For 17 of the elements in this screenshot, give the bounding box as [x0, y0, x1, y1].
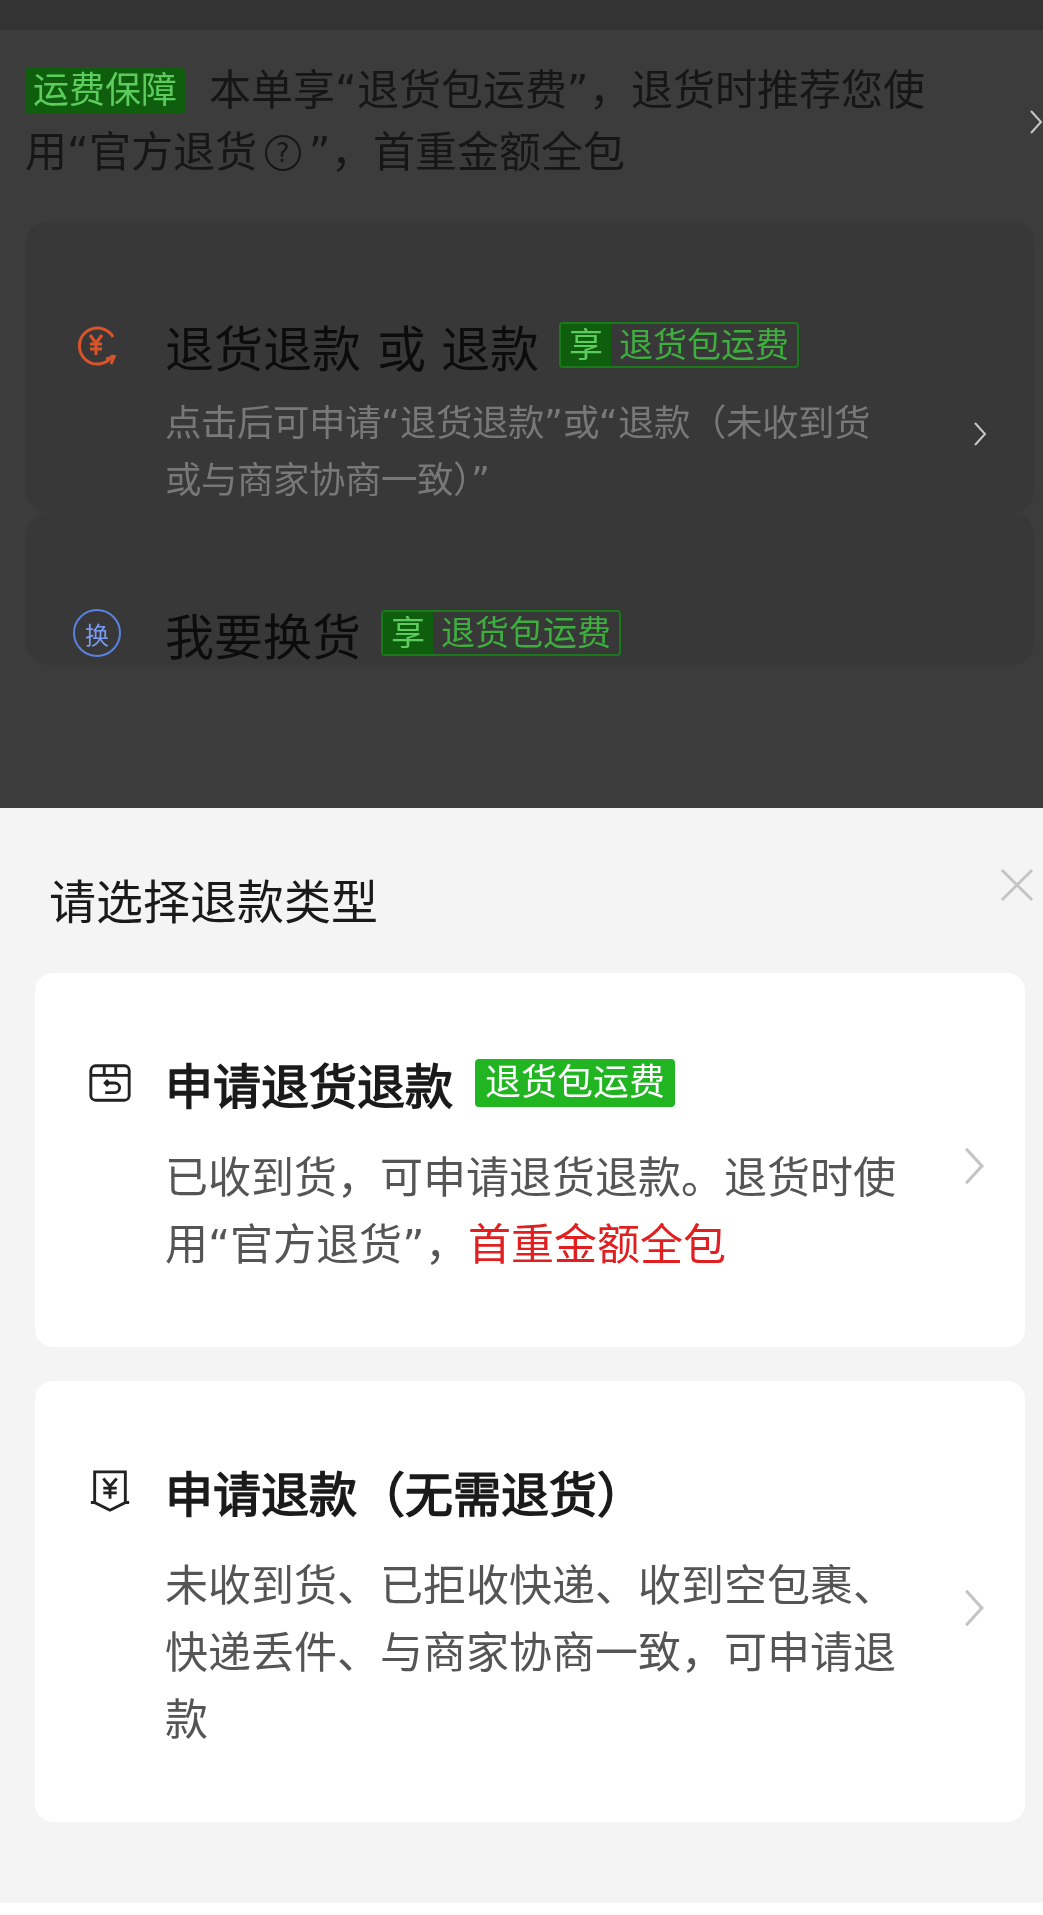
shipping-tag: 退货包运费	[475, 1059, 675, 1107]
guarantee-badge: 运费保障	[25, 68, 185, 114]
option-card[interactable]: 申请退款（无需退货） 未收到货、已拒收快递、收到空包裹、快递丢件、与商家协商一致，可申请退款	[35, 1381, 1025, 1822]
option-title: 申请退货退款	[165, 1058, 453, 1117]
shipping-tag: 享 退货包运费	[559, 322, 800, 368]
option-description: 已收到货，可申请退货退款。退货时使用“官方退货”，首重金额全包	[165, 1152, 897, 1272]
option-description: 未收到货、已拒收快递、收到空包裹、快递丢件、与商家协商一致，可申请退款	[165, 1560, 897, 1747]
option-description: 点击后可申请“退货退款”或“退款（未收到货或与商家协商一致）”	[165, 401, 871, 504]
chevron-icon	[1029, 108, 1043, 136]
shipping-tag: 享 退货包运费	[381, 610, 621, 656]
sheet-title: 请选择退款类型	[49, 875, 378, 931]
option-card[interactable]: 申请退货退款 退货包运费 已收到货，可申请退货退款。退货时使用“官方退货”，首重金额全包	[35, 973, 1025, 1347]
close-icon[interactable]	[1000, 868, 1034, 902]
exchange-icon: 换	[73, 609, 121, 657]
option-title: 申请退款（无需退货）	[165, 1466, 645, 1525]
chevron-icon	[963, 1145, 985, 1187]
chevron-icon	[973, 420, 987, 448]
